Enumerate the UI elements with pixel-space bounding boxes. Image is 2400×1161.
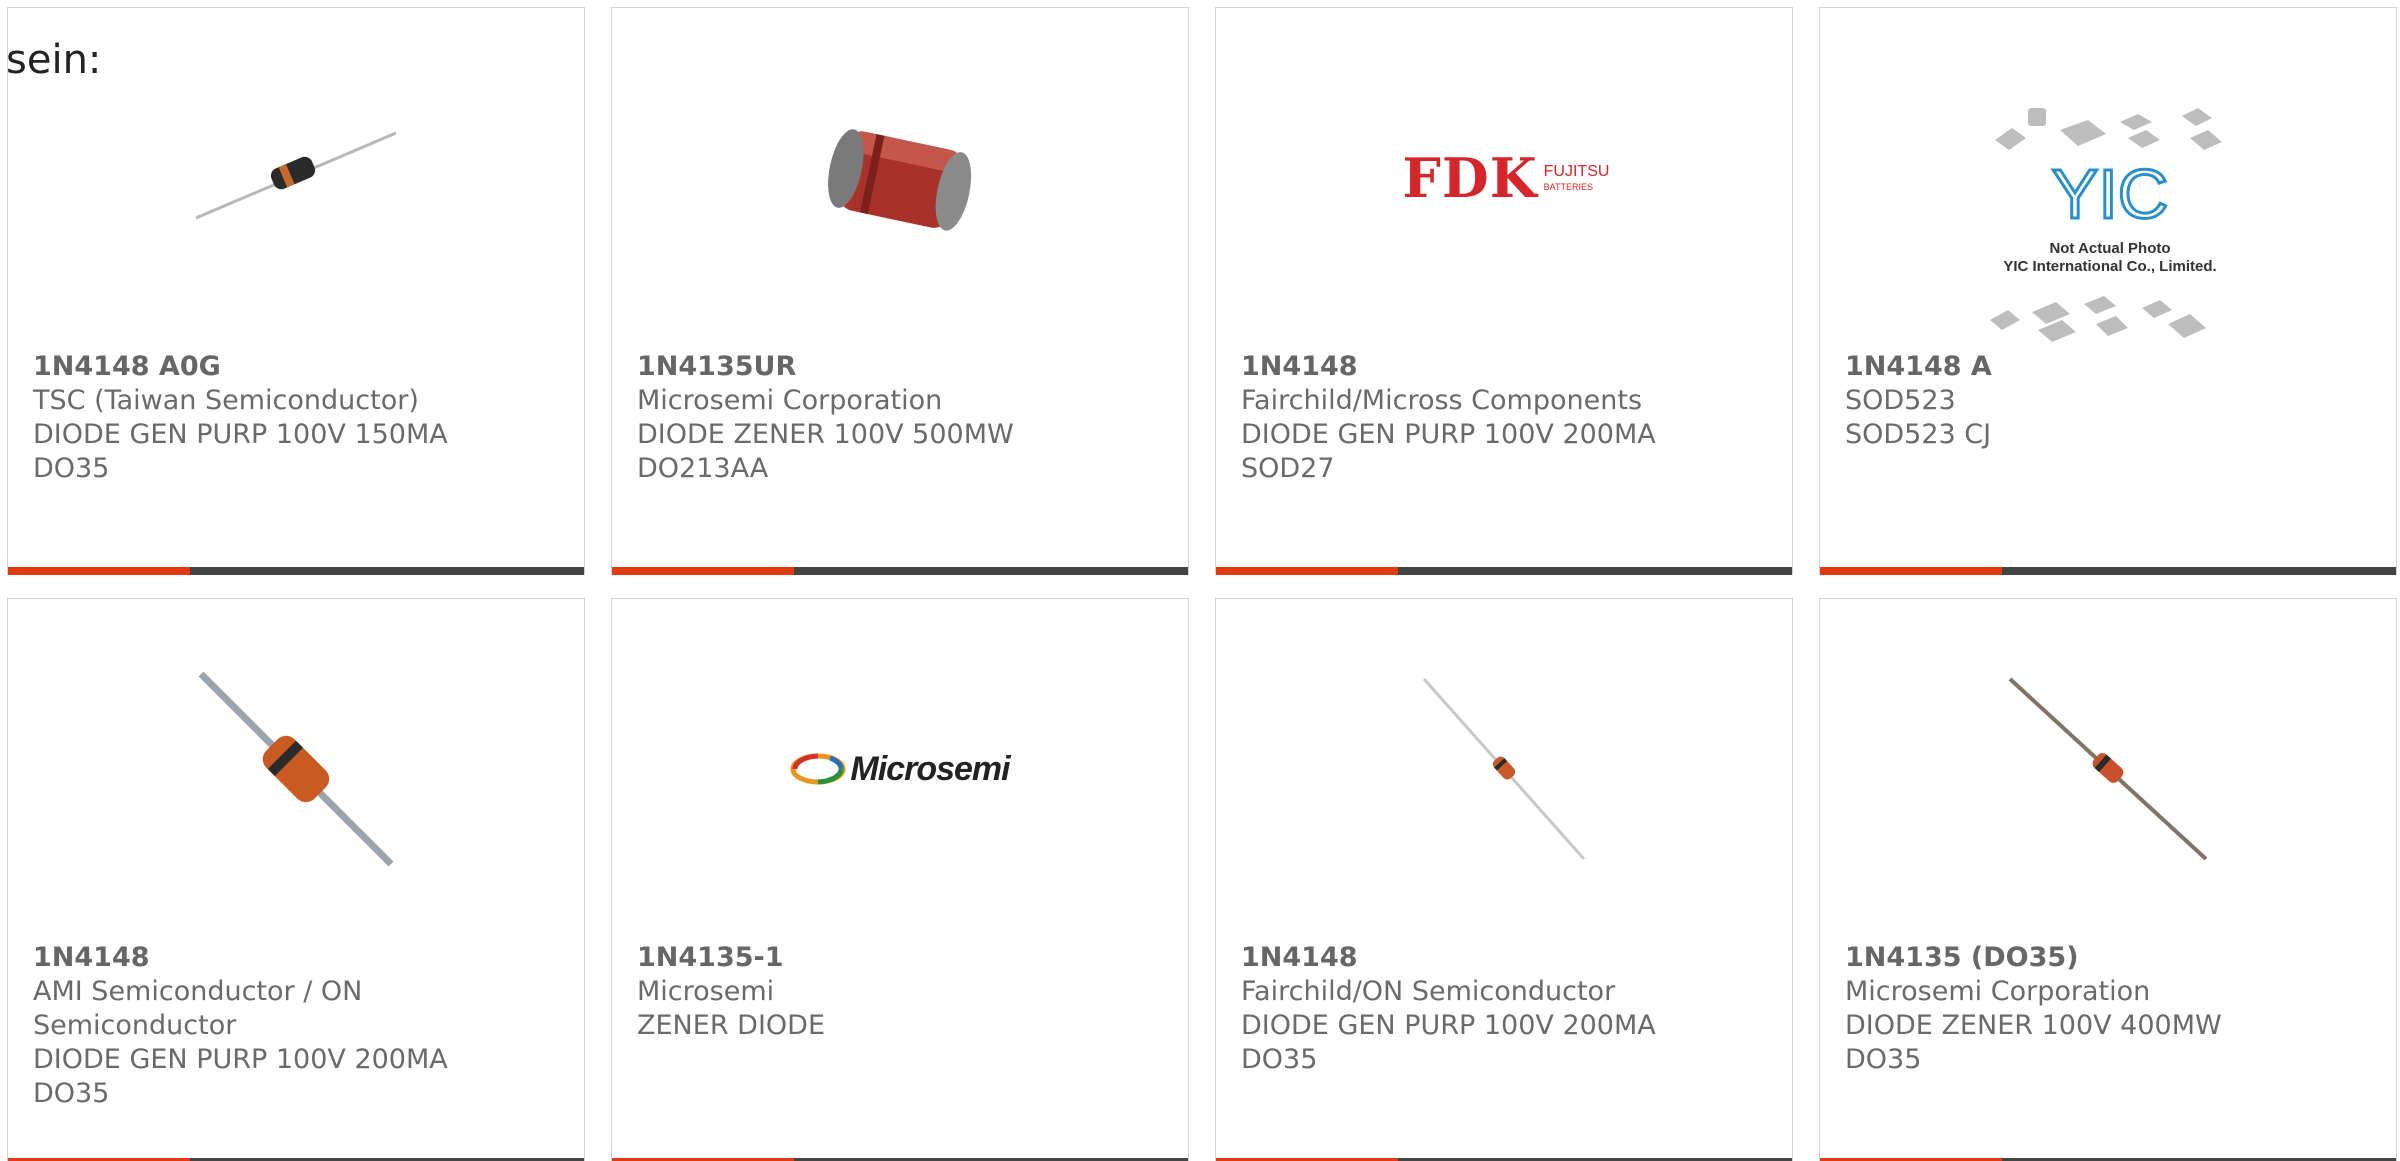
- part-number[interactable]: 1N4148: [33, 941, 564, 975]
- placeholder-company: YIC International Co., Limited.: [2003, 258, 2217, 275]
- card-accent: [1216, 567, 1398, 575]
- melf-diode-icon: [828, 129, 972, 231]
- product-card[interactable]: YIC Not Actual Photo YIC International C…: [1819, 7, 2397, 575]
- microsemi-logo: Microsemi: [850, 749, 1010, 788]
- manufacturer: Fairchild/ON Semiconductor: [1241, 976, 1616, 1007]
- card-accent: [1820, 567, 2002, 575]
- manufacturer-cont: Semiconductor: [33, 1010, 237, 1041]
- product-card[interactable]: 1N4148 Fairchild/ON Semiconductor DIODE …: [1215, 598, 1793, 1161]
- yic-mark: YIC: [2052, 155, 2169, 233]
- product-image[interactable]: YIC Not Actual Photo YIC International C…: [1960, 98, 2260, 348]
- description: DIODE GEN PURP 100V 150MA: [33, 419, 448, 450]
- part-number[interactable]: 1N4148 A0G: [33, 350, 564, 384]
- product-info: 1N4148 Fairchild/Micross Components DIOD…: [1241, 350, 1772, 486]
- manufacturer: Microsemi Corporation: [637, 385, 943, 416]
- fujitsu-logo: FUJITSU BATTERIES: [1543, 163, 1610, 192]
- package: DO35: [33, 1078, 110, 1109]
- package: SOD27: [1241, 453, 1335, 484]
- placeholder-note: Not Actual Photo: [2049, 240, 2171, 257]
- card-bottom-bar: [1820, 567, 2396, 575]
- product-image[interactable]: [800, 78, 1000, 278]
- product-grid: 1N4148 A0G TSC (Taiwan Semiconductor) DI…: [0, 0, 2400, 1161]
- manufacturer: AMI Semiconductor / ON: [33, 976, 363, 1007]
- package-variant: SOD523 CJ: [1845, 419, 1992, 450]
- product-info: 1N4148 Fairchild/ON Semiconductor DIODE …: [1241, 941, 1772, 1077]
- part-number[interactable]: 1N4148: [1241, 941, 1772, 975]
- axial-diode-icon: [196, 131, 396, 220]
- description: DIODE GEN PURP 100V 200MA: [33, 1044, 448, 1075]
- package: DO35: [1241, 1044, 1318, 1075]
- manufacturer: TSC (Taiwan Semiconductor): [33, 385, 419, 416]
- manufacturer: Microsemi Corporation: [1845, 976, 2151, 1007]
- manufacturer: Fairchild/Micross Components: [1241, 385, 1643, 416]
- part-number[interactable]: 1N4148: [1241, 350, 1772, 384]
- page-heading-fragment: sein:: [6, 37, 102, 83]
- part-number[interactable]: 1N4135UR: [637, 350, 1168, 384]
- product-card[interactable]: FDK FUJITSU BATTERIES 1N4148 Fairchild/Mi…: [1215, 7, 1793, 575]
- product-image[interactable]: Microsemi: [780, 669, 1020, 869]
- card-bottom-bar: [8, 567, 584, 575]
- part-number[interactable]: 1N4135 (DO35): [1845, 941, 2376, 975]
- card-bottom-bar: [1216, 567, 1792, 575]
- product-image[interactable]: [196, 669, 396, 869]
- product-card[interactable]: 1N4135 (DO35) Microsemi Corporation DIOD…: [1819, 598, 2397, 1161]
- description: DIODE ZENER 100V 400MW: [1845, 1010, 2222, 1041]
- product-image[interactable]: [1404, 669, 1604, 869]
- product-info: 1N4135-1 Microsemi ZENER DIODE: [637, 941, 1168, 1043]
- yic-placeholder-icon: YIC: [1990, 108, 2222, 342]
- product-image[interactable]: [196, 78, 396, 278]
- product-card[interactable]: 1N4148 A0G TSC (Taiwan Semiconductor) DI…: [7, 7, 585, 575]
- package: DO35: [1845, 1044, 1922, 1075]
- product-info: 1N4148 AMI Semiconductor / ON Semiconduc…: [33, 941, 564, 1111]
- axial-diode-icon: [2008, 677, 2208, 861]
- fdk-logo: FDK: [1402, 146, 1538, 210]
- card-bottom-bar: [612, 567, 1188, 575]
- axial-diode-icon: [198, 671, 394, 867]
- axial-diode-icon: [1422, 678, 1586, 860]
- package: DO35: [33, 453, 110, 484]
- product-card[interactable]: Microsemi 1N4135-1 Microsemi ZENER DIODE: [611, 598, 1189, 1161]
- microsemi-swirl-icon: [790, 753, 846, 785]
- product-info: 1N4135 (DO35) Microsemi Corporation DIOD…: [1845, 941, 2376, 1077]
- part-number[interactable]: 1N4148 A: [1845, 350, 2376, 384]
- card-accent: [612, 567, 794, 575]
- product-info: 1N4148 A SOD523 SOD523 CJ: [1845, 350, 2376, 452]
- manufacturer: Microsemi: [637, 976, 775, 1007]
- description: DIODE GEN PURP 100V 200MA: [1241, 419, 1656, 450]
- description: DIODE GEN PURP 100V 200MA: [1241, 1010, 1656, 1041]
- card-accent: [8, 567, 190, 575]
- product-info: 1N4148 A0G TSC (Taiwan Semiconductor) DI…: [33, 350, 564, 486]
- description: DIODE ZENER 100V 500MW: [637, 419, 1014, 450]
- package: DO213AA: [637, 453, 769, 484]
- product-card[interactable]: 1N4135UR Microsemi Corporation DIODE ZEN…: [611, 7, 1189, 575]
- product-image[interactable]: FDK FUJITSU BATTERIES: [1376, 78, 1636, 278]
- product-card[interactable]: 1N4148 AMI Semiconductor / ON Semiconduc…: [7, 598, 585, 1161]
- package: SOD523: [1845, 385, 1956, 416]
- product-image[interactable]: [2008, 669, 2208, 869]
- part-number[interactable]: 1N4135-1: [637, 941, 1168, 975]
- product-info: 1N4135UR Microsemi Corporation DIODE ZEN…: [637, 350, 1168, 486]
- description: ZENER DIODE: [637, 1010, 826, 1041]
